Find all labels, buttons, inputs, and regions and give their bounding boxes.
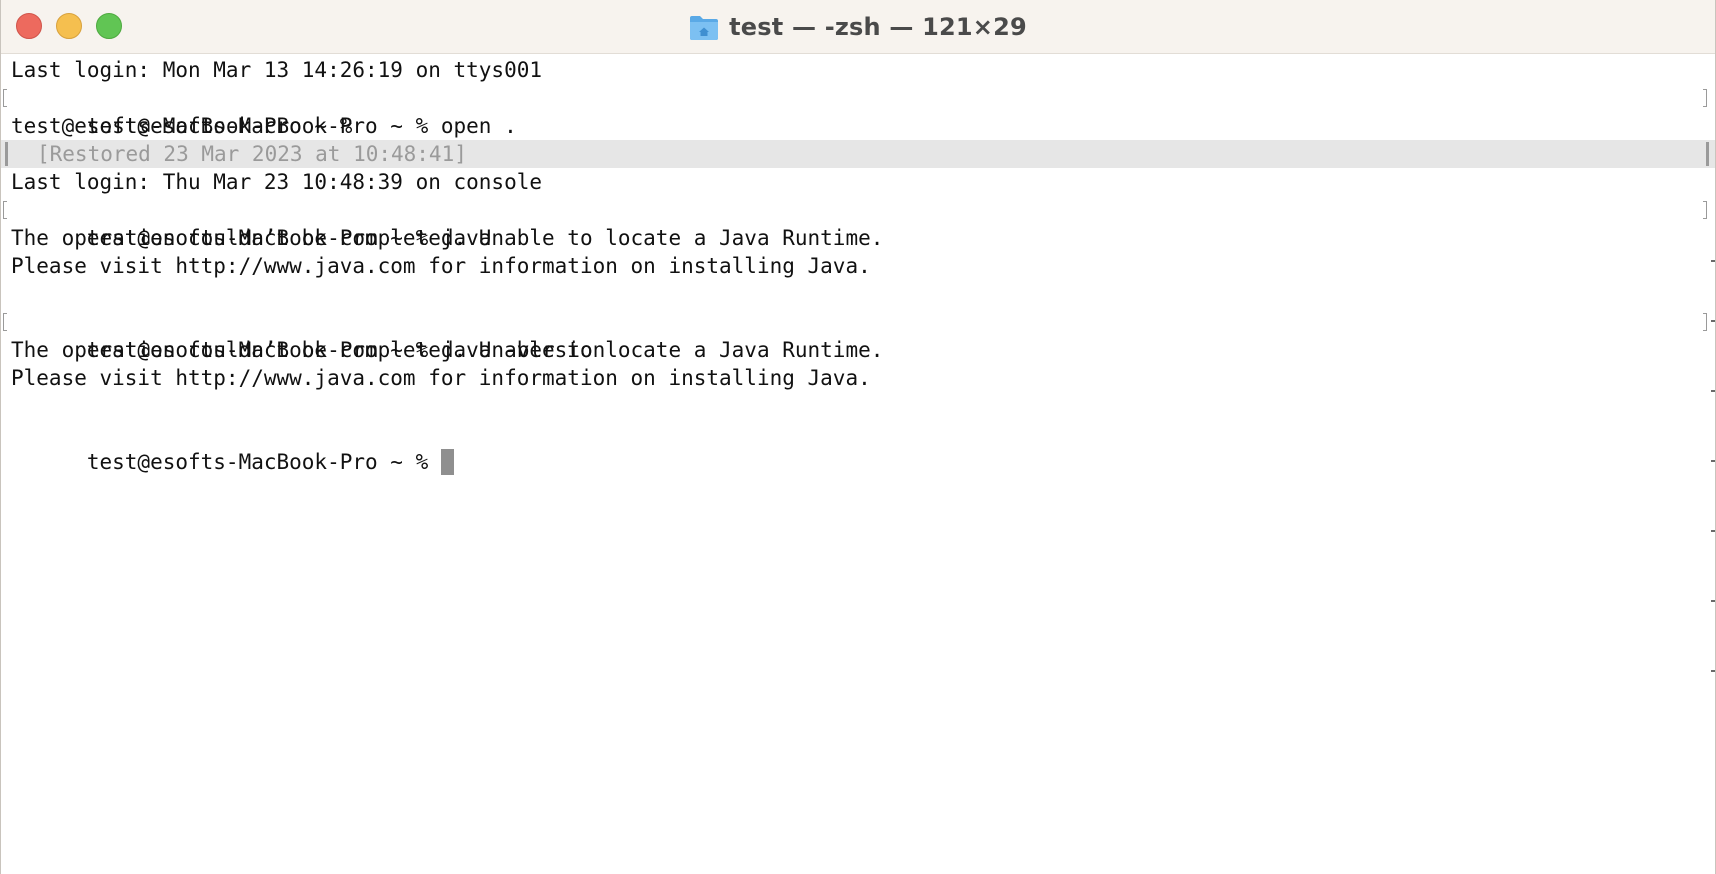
prompt-line[interactable]: test@esofts-MacBook-Pro ~ %	[1, 420, 1715, 475]
home-folder-icon	[690, 16, 719, 40]
text-cursor	[440, 449, 454, 475]
minimize-button[interactable]	[56, 13, 82, 39]
terminal-window: test — -zsh — 121×29 Last login: Mon Mar…	[0, 0, 1716, 874]
scrollbar-track[interactable]	[1711, 260, 1715, 730]
terminal-line-marked: test@esofts-MacBook-Pro ~ % java -versio…	[1, 308, 1715, 362]
terminal-line: test@esofts-MacBook-Pro ~ %	[11, 114, 353, 138]
window-title-area: test — -zsh — 121×29	[1, 0, 1715, 54]
mark-left-bracket	[3, 89, 7, 107]
zoom-button[interactable]	[96, 13, 122, 39]
mark-left-bracket	[3, 313, 7, 331]
mark-right-bracket	[1703, 313, 1707, 331]
mark-left-bracket	[3, 201, 7, 219]
restored-banner: [Restored 23 Mar 2023 at 10:48:41]	[1, 140, 1715, 168]
prompt-text: test@esofts-MacBook-Pro ~ %	[86, 450, 441, 474]
terminal-line-empty	[1, 392, 1715, 420]
terminal-line: The operation couldn’t be completed. Una…	[11, 226, 884, 250]
window-title: test — -zsh — 121×29	[729, 13, 1027, 41]
terminal-line: Please visit http://www.java.com for inf…	[11, 366, 871, 390]
terminal-line-marked: test@esofts-MacBook-Pro ~ % java	[1, 196, 1715, 250]
close-button[interactable]	[16, 13, 42, 39]
mark-right-bracket	[1703, 89, 1707, 107]
terminal-line: Please visit http://www.java.com for inf…	[11, 254, 871, 278]
terminal-line-empty	[1, 280, 1715, 308]
mark-right-bracket	[1703, 201, 1707, 219]
terminal-line: Last login: Thu Mar 23 10:48:39 on conso…	[11, 170, 543, 194]
terminal-line: Last login: Mon Mar 13 14:26:19 on ttys0…	[11, 58, 543, 82]
terminal-output[interactable]: Last login: Mon Mar 13 14:26:19 on ttys0…	[1, 56, 1715, 874]
title-bar[interactable]: test — -zsh — 121×29	[1, 0, 1715, 54]
terminal-line-marked: test@esofts-MacBook-Pro ~ % open .	[1, 84, 1715, 138]
terminal-line: The operation couldn’t be completed. Una…	[11, 338, 884, 362]
